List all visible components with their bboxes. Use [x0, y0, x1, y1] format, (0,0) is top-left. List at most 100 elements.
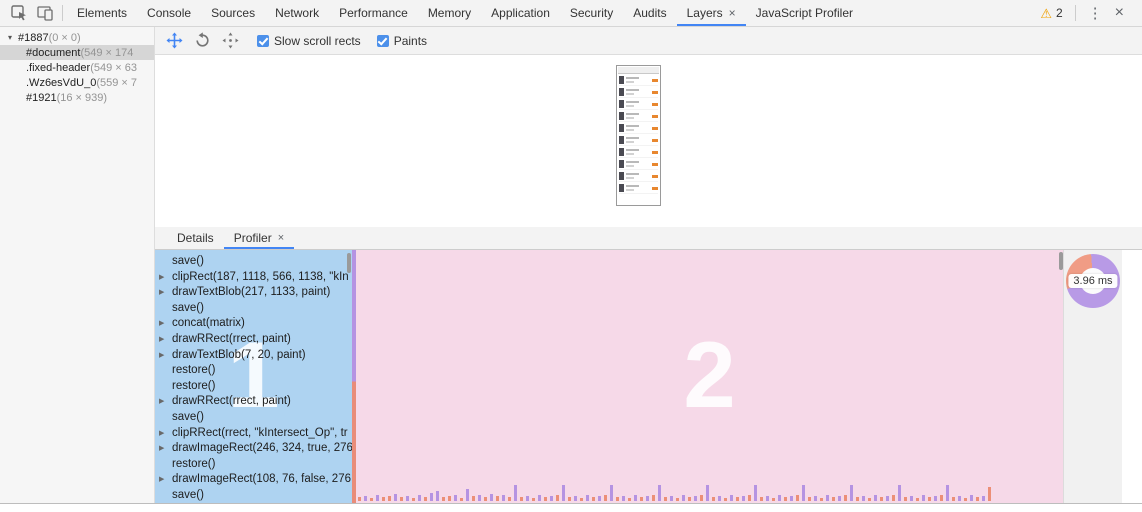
- profile-sample-bar[interactable]: [778, 495, 781, 501]
- paint-command-log[interactable]: 1 save()▶clipRect(187, 1118, 566, 1138, …: [155, 250, 352, 503]
- tab-application[interactable]: Application: [481, 0, 560, 26]
- paint-command-row[interactable]: restore(): [155, 363, 352, 379]
- profile-sample-bar[interactable]: [442, 497, 445, 501]
- profile-sample-bar[interactable]: [670, 496, 673, 501]
- profile-sample-bar[interactable]: [736, 497, 739, 501]
- profile-sample-bar[interactable]: [682, 495, 685, 501]
- overflow-menu-icon[interactable]: ⋮: [1088, 4, 1103, 22]
- expand-icon[interactable]: ▶: [159, 348, 164, 364]
- reset-view-icon[interactable]: [219, 30, 241, 52]
- paint-command-row[interactable]: ▶drawTextBlob(7, 20, paint): [155, 348, 352, 364]
- profile-sample-bar[interactable]: [676, 498, 679, 501]
- layer-tree-item[interactable]: .fixed-header(549 × 63: [0, 60, 154, 75]
- expand-icon[interactable]: ▶: [159, 316, 164, 332]
- profile-sample-bar[interactable]: [652, 495, 655, 501]
- profile-sample-bar[interactable]: [898, 485, 901, 501]
- profile-sample-bar[interactable]: [472, 496, 475, 501]
- paint-command-row[interactable]: ▶drawRRect(rrect, paint): [155, 332, 352, 348]
- profile-sample-bar[interactable]: [418, 495, 421, 501]
- profile-sample-bar[interactable]: [424, 497, 427, 501]
- profile-sample-bar[interactable]: [466, 489, 469, 501]
- profile-sample-bar[interactable]: [646, 496, 649, 501]
- profile-sample-bar[interactable]: [526, 496, 529, 501]
- pan-mode-icon[interactable]: [163, 30, 185, 52]
- profile-sample-bar[interactable]: [538, 495, 541, 501]
- profile-sample-bar[interactable]: [838, 496, 841, 501]
- page-layer-thumbnail[interactable]: [616, 65, 661, 206]
- layer-tree-item[interactable]: .Wz6esVdU_0(559 × 7: [0, 75, 154, 90]
- tab-javascript-profiler[interactable]: JavaScript Profiler: [746, 0, 863, 26]
- profile-sample-bar[interactable]: [916, 498, 919, 501]
- profile-sample-bar[interactable]: [868, 498, 871, 501]
- profile-sample-bar[interactable]: [448, 496, 451, 501]
- profile-sample-bar[interactable]: [436, 491, 439, 501]
- profile-sample-bar[interactable]: [706, 485, 709, 501]
- profile-sample-bar[interactable]: [802, 485, 805, 501]
- profile-sample-bar[interactable]: [772, 498, 775, 501]
- device-toolbar-icon[interactable]: [32, 1, 58, 25]
- paint-command-row[interactable]: restore(): [155, 457, 352, 473]
- paint-command-row[interactable]: ▶drawImageRect(108, 76, false, 276: [155, 472, 352, 488]
- profile-sample-bar[interactable]: [760, 497, 763, 501]
- tab-layers[interactable]: Layers×: [677, 0, 746, 26]
- profile-sample-bar[interactable]: [568, 497, 571, 501]
- profile-sample-bar[interactable]: [988, 487, 991, 501]
- profile-sample-bar[interactable]: [892, 495, 895, 501]
- profile-sample-bar[interactable]: [976, 497, 979, 501]
- profile-sample-bar[interactable]: [808, 497, 811, 501]
- tab-close-icon[interactable]: ×: [729, 6, 736, 20]
- layers-3d-canvas[interactable]: [155, 55, 1142, 227]
- profile-sample-bar[interactable]: [508, 497, 511, 501]
- layer-tree-item[interactable]: #1921(16 × 939): [0, 90, 154, 105]
- timeline-scrollbar[interactable]: [1059, 252, 1063, 270]
- profile-sample-bar[interactable]: [358, 497, 361, 501]
- profile-sample-bar[interactable]: [616, 497, 619, 501]
- profile-sample-bar[interactable]: [604, 495, 607, 501]
- profile-sample-bar[interactable]: [790, 496, 793, 501]
- profile-sample-bar[interactable]: [394, 494, 397, 501]
- profile-sample-bar[interactable]: [952, 497, 955, 501]
- profile-sample-bar[interactable]: [754, 485, 757, 501]
- profile-sample-bar[interactable]: [886, 496, 889, 501]
- profile-sample-bar[interactable]: [940, 495, 943, 501]
- expand-icon[interactable]: ▶: [159, 426, 164, 442]
- profile-sample-bar[interactable]: [532, 498, 535, 501]
- layer-tree-item[interactable]: ▾#1887(0 × 0): [0, 30, 154, 45]
- profile-sample-bar[interactable]: [490, 494, 493, 501]
- profile-sample-bar[interactable]: [454, 495, 457, 501]
- profile-sample-bar[interactable]: [622, 496, 625, 501]
- rotate-mode-icon[interactable]: [191, 30, 213, 52]
- tab-audits[interactable]: Audits: [623, 0, 676, 26]
- tab-security[interactable]: Security: [560, 0, 623, 26]
- profile-sample-bar[interactable]: [484, 497, 487, 501]
- slow-scroll-rects-checkbox[interactable]: Slow scroll rects: [257, 34, 361, 48]
- paint-command-row[interactable]: save(): [155, 410, 352, 426]
- tab-performance[interactable]: Performance: [329, 0, 418, 26]
- profile-sample-bar[interactable]: [628, 498, 631, 501]
- profile-sample-bar[interactable]: [784, 497, 787, 501]
- paint-command-row[interactable]: ▶clipRRect(rrect, "kIntersect_Op", tr: [155, 426, 352, 442]
- profile-sample-bar[interactable]: [592, 497, 595, 501]
- paint-command-row[interactable]: ▶concat(matrix): [155, 316, 352, 332]
- expand-icon[interactable]: ▶: [159, 472, 164, 488]
- profile-sample-bar[interactable]: [550, 496, 553, 501]
- paint-command-row[interactable]: save(): [155, 301, 352, 317]
- paint-command-row[interactable]: ▶clipRect(187, 1118, 566, 1138, "kIn: [155, 270, 352, 286]
- profile-sample-bar[interactable]: [634, 495, 637, 501]
- profiler-tab-close-icon[interactable]: ×: [278, 232, 284, 244]
- paint-command-row[interactable]: save(): [155, 488, 352, 503]
- profile-sample-bar[interactable]: [880, 497, 883, 501]
- profile-sample-bar[interactable]: [694, 496, 697, 501]
- profile-sample-bar[interactable]: [820, 498, 823, 501]
- expand-icon[interactable]: ▶: [159, 441, 164, 457]
- layer-tree-item[interactable]: #document(549 × 174: [0, 45, 154, 60]
- profile-sample-bar[interactable]: [724, 498, 727, 501]
- profile-sample-bar[interactable]: [982, 496, 985, 501]
- profile-sample-bar[interactable]: [850, 485, 853, 501]
- profile-sample-bar[interactable]: [610, 485, 613, 501]
- profile-sample-bar[interactable]: [544, 497, 547, 501]
- profile-sample-bar[interactable]: [826, 495, 829, 501]
- console-warning-badge[interactable]: ⚠ 2: [1040, 6, 1062, 20]
- profile-sample-bar[interactable]: [712, 497, 715, 501]
- tab-details[interactable]: Details: [167, 227, 224, 249]
